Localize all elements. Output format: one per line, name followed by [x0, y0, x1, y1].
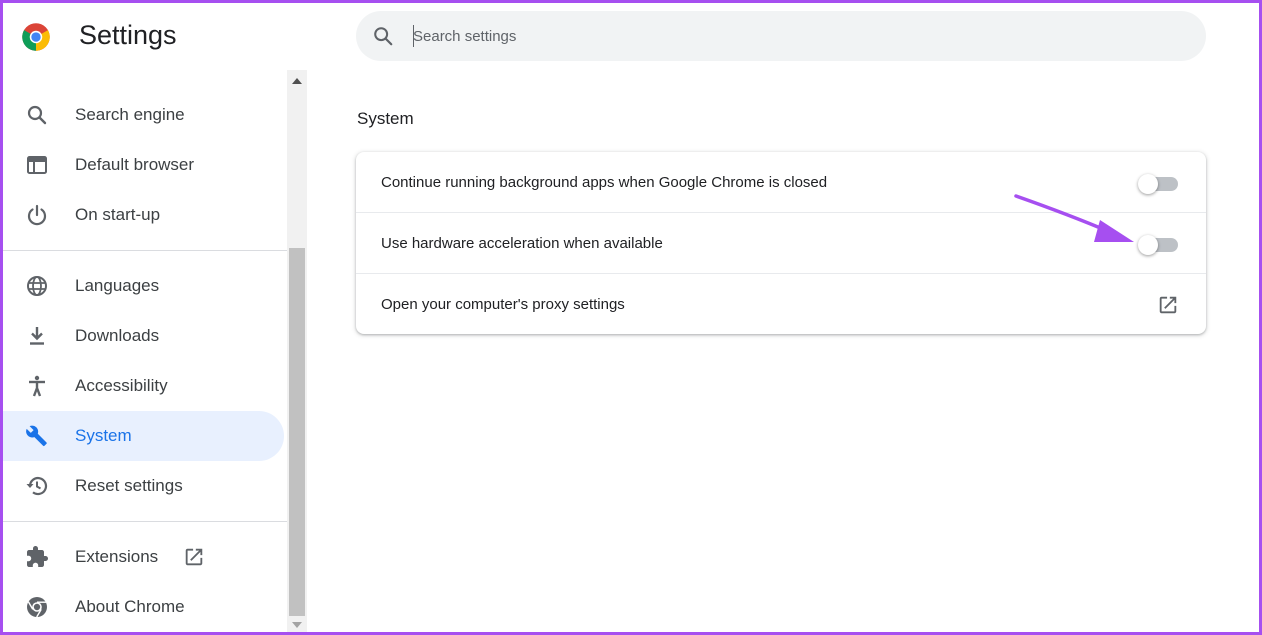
sidebar-item-label: Search engine [75, 105, 185, 124]
open-in-new-icon[interactable] [1157, 294, 1179, 316]
annotation-arrow-icon [1014, 194, 1134, 242]
sidebar-item-default-browser[interactable]: Default browser [3, 140, 284, 190]
chrome-outline-icon [27, 597, 47, 618]
sidebar-item-label: System [75, 426, 132, 445]
search-input[interactable] [413, 21, 1173, 51]
scroll-up-arrow-icon[interactable] [292, 78, 302, 84]
sidebar-item-label: Downloads [75, 326, 160, 345]
hardware-acceleration-toggle[interactable] [1138, 233, 1178, 255]
globe-icon [27, 276, 47, 296]
sidebar-item-about-chrome[interactable]: About Chrome [3, 582, 284, 632]
sidebar-item-languages[interactable]: Languages [3, 261, 284, 311]
sidebar-item-label: Accessibility [75, 376, 168, 395]
open-in-new-icon [185, 548, 203, 566]
sidebar-scrollbar[interactable] [287, 70, 307, 632]
sidebar-item-label: Default browser [75, 155, 195, 174]
chrome-logo-icon [22, 23, 50, 51]
setting-label: Open your computer's proxy settings [381, 296, 625, 313]
search-icon [27, 105, 47, 125]
setting-label: Use hardware acceleration when available [381, 235, 663, 252]
puzzle-icon [27, 546, 48, 567]
search-bar[interactable] [356, 11, 1206, 61]
setting-row-proxy-settings[interactable]: Open your computer's proxy settings [356, 273, 1206, 334]
browser-window-icon [27, 156, 47, 174]
restore-icon [26, 477, 48, 496]
sidebar-item-label: Languages [75, 276, 160, 295]
accessibility-icon [29, 375, 45, 397]
sidebar-item-label: On start-up [75, 205, 161, 224]
sidebar-item-accessibility[interactable]: Accessibility [3, 361, 284, 411]
scrollbar-thumb[interactable] [289, 248, 305, 616]
download-icon [30, 327, 44, 345]
partial-nav-icon [33, 70, 34, 71]
sidebar-item-search-engine[interactable]: Search engine [3, 90, 284, 140]
sidebar-item-on-start-up[interactable]: On start-up [3, 190, 284, 240]
sidebar-item-reset-settings[interactable]: Reset settings [3, 461, 284, 511]
sidebar: Search engine Default browser On start-u… [3, 70, 287, 632]
scroll-down-arrow-icon[interactable] [292, 622, 302, 628]
toggle-knob [1138, 235, 1158, 255]
sidebar-item-extensions[interactable]: Extensions [3, 532, 284, 582]
sidebar-divider [3, 250, 287, 251]
page-title: Settings [79, 20, 177, 50]
background-apps-toggle[interactable] [1138, 172, 1178, 194]
wrench-icon [26, 425, 47, 447]
setting-label: Continue running background apps when Go… [381, 174, 828, 191]
sidebar-item-label: About Chrome [75, 597, 185, 616]
section-title: System [357, 109, 414, 128]
sidebar-item-label: Reset settings [75, 476, 183, 495]
sidebar-divider [3, 521, 287, 522]
sidebar-item-label: Extensions [75, 547, 159, 566]
sidebar-item-downloads[interactable]: Downloads [3, 311, 284, 361]
search-icon [374, 27, 393, 46]
toggle-knob [1138, 174, 1158, 194]
sidebar-item-system[interactable]: System [3, 411, 284, 461]
power-icon [27, 204, 47, 226]
text-cursor [413, 25, 414, 47]
